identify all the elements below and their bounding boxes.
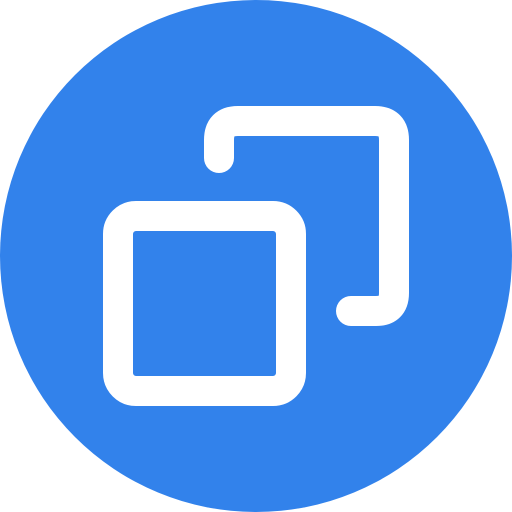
copy-duplicate-icon [0, 0, 512, 512]
icon-background-circle [0, 0, 512, 512]
app-icon [0, 0, 512, 512]
